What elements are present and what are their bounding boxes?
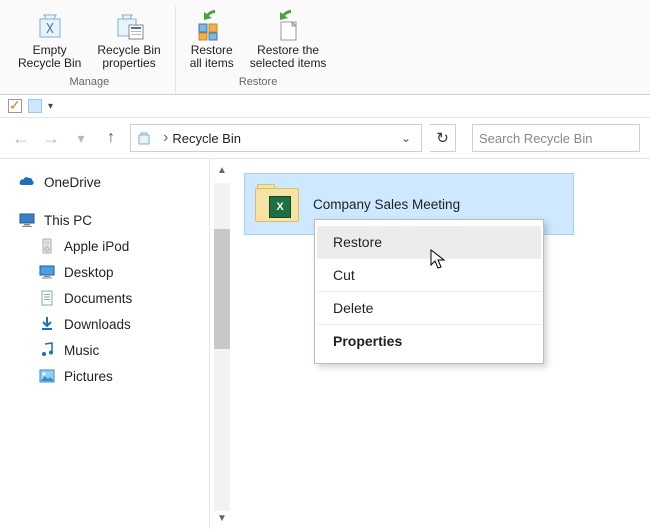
sidebar-item-documents[interactable]: Documents: [38, 285, 209, 311]
music-icon: [38, 341, 56, 359]
qat-dropdown-icon[interactable]: ▾: [48, 101, 53, 112]
sidebar-item-thispc[interactable]: This PC: [18, 205, 209, 233]
sidebar-item-label: OneDrive: [44, 175, 101, 190]
restore-all-items-button[interactable]: Restore all items: [182, 6, 242, 74]
breadcrumb-location[interactable]: Recycle Bin: [172, 131, 241, 146]
scrollbar-track[interactable]: [214, 183, 230, 511]
history-dropdown[interactable]: ▾: [70, 130, 92, 147]
ribbon-group-title-manage: Manage: [69, 74, 109, 92]
recycle-bin-properties-button[interactable]: Recycle Bin properties: [89, 6, 168, 74]
address-bar[interactable]: › Recycle Bin ⌄: [130, 124, 422, 152]
ribbon: Empty Recycle Bin Recycle Bin properties…: [0, 0, 650, 95]
sidebar-item-label: Pictures: [64, 369, 113, 384]
qat-checkbox-icon[interactable]: [8, 99, 22, 113]
ribbon-group-manage: Empty Recycle Bin Recycle Bin properties…: [4, 6, 176, 94]
content-pane[interactable]: X Company Sales Meeting Restore Cut Dele…: [234, 159, 650, 529]
refresh-button[interactable]: ↻: [430, 124, 456, 152]
recycle-bin-empty-icon: [33, 8, 67, 42]
restore-all-icon: [195, 8, 229, 42]
scroll-up-icon[interactable]: ▲: [214, 165, 230, 181]
sidebar-item-label: This PC: [44, 213, 92, 228]
folder-excel-icon: X: [255, 182, 303, 226]
downloads-icon: [38, 315, 56, 333]
context-restore[interactable]: Restore: [317, 226, 541, 259]
empty-recycle-bin-button[interactable]: Empty Recycle Bin: [10, 6, 89, 74]
forward-button[interactable]: →: [40, 128, 62, 149]
address-dropdown-icon[interactable]: ⌄: [401, 131, 417, 145]
scroll-down-icon[interactable]: ▼: [214, 513, 230, 529]
sidebar-item-pictures[interactable]: Pictures: [38, 363, 209, 389]
context-properties[interactable]: Properties: [317, 325, 541, 357]
documents-icon: [38, 289, 56, 307]
context-delete[interactable]: Delete: [317, 292, 541, 325]
sidebar-item-desktop[interactable]: Desktop: [38, 259, 209, 285]
sidebar-item-onedrive[interactable]: OneDrive: [18, 169, 209, 195]
sidebar-item-appleipod[interactable]: Apple iPod: [38, 233, 209, 259]
qat-item-icon[interactable]: [28, 99, 42, 113]
context-cut[interactable]: Cut: [317, 259, 541, 292]
up-button[interactable]: ↑: [100, 129, 122, 147]
onedrive-icon: [18, 173, 36, 191]
restore-selected-icon: [271, 8, 305, 42]
thispc-icon: [18, 211, 36, 229]
recycle-bin-props-icon: [112, 8, 146, 42]
context-menu: Restore Cut Delete Properties: [314, 219, 544, 364]
back-button[interactable]: ←: [10, 128, 32, 149]
main-body: OneDrive This PC Apple iPod Desktop Docu…: [0, 159, 650, 529]
sidebar-item-label: Documents: [64, 291, 132, 306]
sidebar-item-music[interactable]: Music: [38, 337, 209, 363]
cursor-icon: [430, 249, 448, 271]
sidebar-scrollbar[interactable]: ▲ ▼: [210, 159, 234, 529]
sidebar-item-label: Music: [64, 343, 99, 358]
pictures-icon: [38, 367, 56, 385]
scrollbar-thumb[interactable]: [214, 229, 230, 349]
file-name: Company Sales Meeting: [313, 197, 460, 212]
ribbon-group-title-restore: Restore: [239, 74, 278, 92]
navigation-bar: ← → ▾ ↑ › Recycle Bin ⌄ ↻ Search Recycle…: [0, 118, 650, 159]
desktop-icon: [38, 263, 56, 281]
restore-selected-items-button[interactable]: Restore the selected items: [242, 6, 335, 74]
sidebar-item-downloads[interactable]: Downloads: [38, 311, 209, 337]
ipod-icon: [38, 237, 56, 255]
sidebar-item-label: Downloads: [64, 317, 131, 332]
ribbon-group-restore: Restore all items Restore the selected i…: [176, 6, 341, 94]
search-input[interactable]: Search Recycle Bin: [472, 124, 640, 152]
breadcrumb-separator-icon: ›: [163, 129, 168, 147]
recycle-bin-icon: [135, 129, 153, 147]
quick-access-toolbar: ▾: [0, 95, 650, 118]
sidebar-item-label: Apple iPod: [64, 239, 129, 254]
sidebar-item-label: Desktop: [64, 265, 114, 280]
sidebar: OneDrive This PC Apple iPod Desktop Docu…: [0, 159, 210, 529]
